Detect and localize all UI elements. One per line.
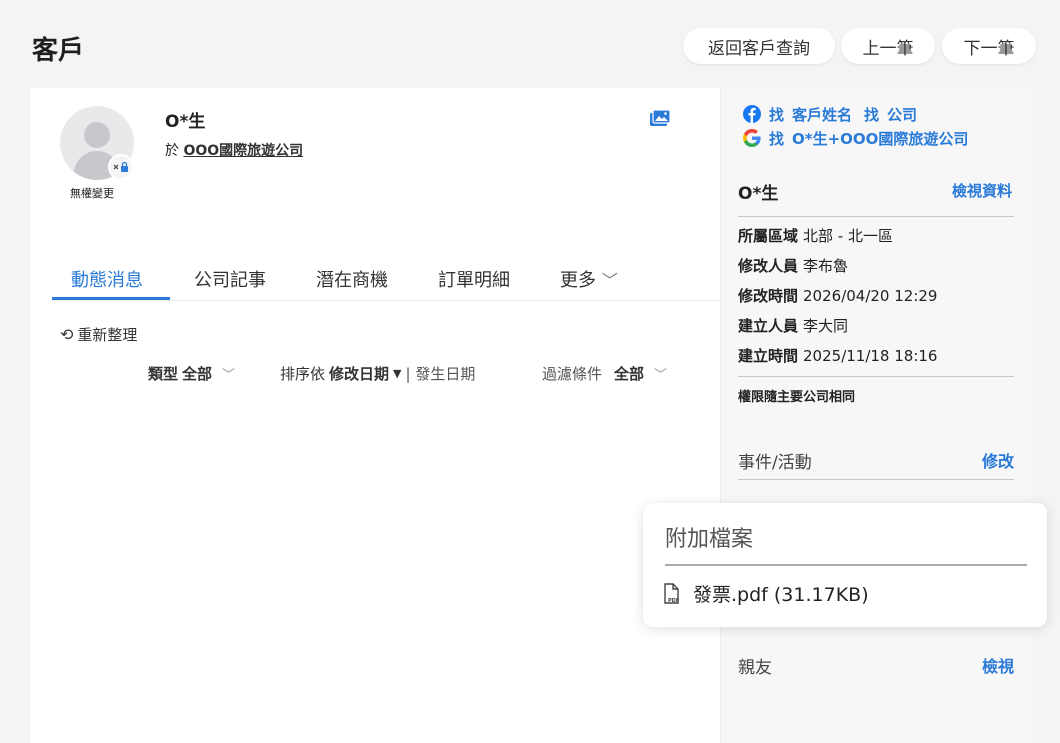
- active-tab-indicator: [52, 297, 170, 300]
- info-row: 修改人員 李布魯: [738, 255, 937, 285]
- pdf-file-icon: PDF: [664, 582, 679, 604]
- info-value: 李大同: [803, 317, 849, 335]
- attachment-file-link[interactable]: PDF 發票.pdf (31.17KB): [663, 580, 869, 607]
- search-customer-name-link[interactable]: 客戶姓名: [792, 104, 852, 125]
- customer-detail-card: 無權變更 O*生 於 OOO國際旅遊公司 動態消息 公司記事 潛在商機 訂單明細…: [30, 88, 720, 743]
- chevron-down-icon: ﹀: [654, 368, 668, 383]
- condition-filter-label: 過濾條件: [542, 365, 603, 383]
- divider: [665, 564, 1027, 566]
- condition-filter-value: 全部: [614, 365, 645, 383]
- search-links: 找 客戶姓名 找 公司 找 O*生+OOO國際旅遊公司: [743, 102, 968, 150]
- view-friends-link[interactable]: 檢視: [982, 653, 1014, 677]
- info-row: 所屬區域 北部 - 北一區: [738, 225, 937, 255]
- type-filter[interactable]: 類型 全部 ﹀: [148, 363, 235, 384]
- type-filter-label: 類型: [148, 365, 179, 383]
- tab-opportunities[interactable]: 潛在商機: [316, 266, 388, 292]
- divider: [738, 479, 1014, 480]
- attachment-file-name: 發票.pdf (31.17KB): [693, 584, 869, 606]
- tab-more-label: 更多: [560, 270, 596, 291]
- no-permission-label: 無權變更: [70, 187, 114, 200]
- events-section-header: 事件/活動 修改: [738, 448, 1014, 473]
- search-name-company-link[interactable]: O*生+OOO國際旅遊公司: [792, 128, 968, 149]
- info-row: 修改時間 2026/04/20 12:29: [738, 285, 937, 315]
- sort-control[interactable]: 排序依 修改日期 ▼ | 發生日期: [280, 363, 475, 384]
- info-label: 建立人員: [738, 317, 799, 335]
- sort-label: 排序依: [280, 365, 326, 383]
- company-prefix: 於: [165, 143, 179, 159]
- info-label: 修改人員: [738, 257, 799, 275]
- events-title: 事件/活動: [738, 453, 812, 473]
- info-label: 所屬區域: [738, 227, 799, 245]
- info-value: 2025/11/18 18:16: [803, 347, 938, 365]
- tab-company-notes[interactable]: 公司記事: [194, 266, 266, 292]
- refresh-icon: ⟲: [60, 325, 74, 344]
- info-label: 修改時間: [738, 287, 799, 305]
- friends-title: 親友: [738, 658, 772, 678]
- chevron-down-icon: ﹀: [222, 368, 236, 383]
- svg-text:PDF: PDF: [668, 598, 679, 604]
- side-customer-name: O*生: [738, 184, 779, 204]
- attachment-popup: 附加檔案 PDF 發票.pdf (31.17KB): [643, 503, 1047, 627]
- tab-news[interactable]: 動態消息: [71, 266, 143, 292]
- tab-more[interactable]: 更多 ﹀: [560, 266, 618, 292]
- search-prefix: 找: [864, 105, 880, 124]
- customer-info-list: 所屬區域 北部 - 北一區 修改人員 李布魯 修改時間 2026/04/20 12:2…: [738, 225, 937, 375]
- lock-icon: [113, 161, 128, 172]
- search-company-link[interactable]: 公司: [887, 104, 917, 125]
- refresh-label: 重新整理: [77, 326, 138, 344]
- tab-bar: 動態消息 公司記事 潛在商機 訂單明細 更多 ﹀: [52, 260, 720, 301]
- divider: [738, 216, 1014, 217]
- customer-side-panel: 找 客戶姓名 找 公司 找 O*生+OOO國際旅遊公司 O*生 檢視資料 所屬區…: [720, 88, 1031, 743]
- refresh-button[interactable]: ⟲ 重新整理: [60, 324, 137, 345]
- info-row: 建立人員 李大同: [738, 315, 937, 345]
- customer-company: 於 OOO國際旅遊公司: [165, 140, 303, 160]
- info-label: 建立時間: [738, 347, 799, 365]
- image-icon[interactable]: [650, 109, 671, 131]
- facebook-icon: [743, 105, 761, 123]
- condition-filter[interactable]: 過濾條件 全部 ﹀: [542, 363, 667, 384]
- company-link[interactable]: OOO國際旅遊公司: [183, 143, 303, 159]
- chevron-down-icon: ﹀: [601, 271, 618, 290]
- info-value: 北部 - 北一區: [803, 227, 893, 245]
- divider: [738, 376, 1014, 377]
- edit-events-link[interactable]: 修改: [982, 448, 1014, 472]
- attachment-popup-title: 附加檔案: [665, 527, 754, 552]
- permission-note: 權限隨主要公司相同: [738, 390, 856, 405]
- page-title: 客戶: [32, 36, 85, 66]
- info-value: 2026/04/20 12:29: [803, 287, 938, 305]
- type-filter-value: 全部: [182, 365, 213, 383]
- previous-record-button[interactable]: 上一筆: [841, 28, 935, 64]
- customer-name: O*生: [165, 112, 206, 132]
- next-record-button[interactable]: 下一筆: [942, 28, 1036, 64]
- tab-order-details[interactable]: 訂單明細: [438, 266, 510, 292]
- caret-down-icon: ▼: [393, 367, 402, 380]
- back-to-search-button[interactable]: 返回客戶查詢: [683, 28, 835, 64]
- locked-avatar-badge: [108, 154, 134, 180]
- info-value: 李布魯: [803, 257, 849, 275]
- sort-alt-option[interactable]: | 發生日期: [406, 363, 476, 384]
- search-prefix: 找: [769, 105, 785, 124]
- view-data-link[interactable]: 檢視資料: [952, 180, 1012, 201]
- google-icon: [743, 129, 761, 147]
- search-prefix: 找: [769, 129, 785, 148]
- friends-section-header: 親友 檢視: [738, 653, 1014, 678]
- info-row: 建立時間 2025/11/18 18:16: [738, 345, 937, 375]
- sort-value[interactable]: 修改日期: [329, 363, 389, 384]
